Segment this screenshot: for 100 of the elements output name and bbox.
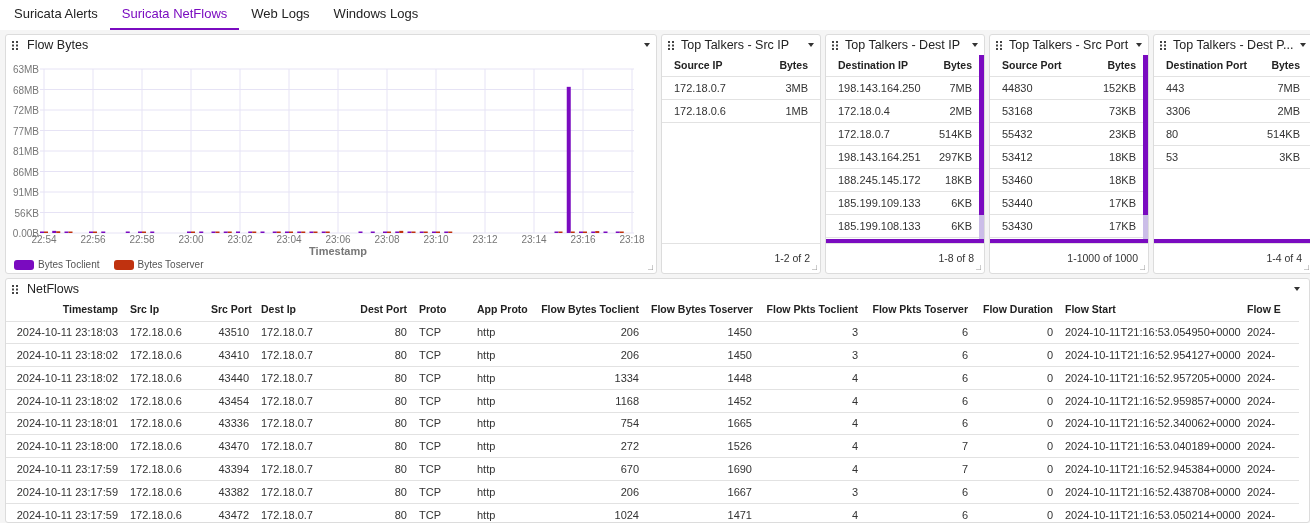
legend-swatch[interactable] xyxy=(14,259,34,270)
x-axis-label: 23:04 xyxy=(276,234,302,245)
drag-handle-icon[interactable] xyxy=(12,284,18,294)
table-cell: 2024-10-11 23:18:01 xyxy=(6,412,124,435)
table-cell: 7 xyxy=(864,435,974,458)
table-cell: 4 xyxy=(758,389,864,413)
table-cell: 172.18.0.6 xyxy=(124,503,205,522)
column-header[interactable]: Flow E xyxy=(1241,299,1299,321)
resize-handle-icon[interactable] xyxy=(648,265,653,270)
scrollbar[interactable] xyxy=(826,239,984,243)
x-axis-label: 23:00 xyxy=(178,234,204,245)
table-cell: 6 xyxy=(864,503,974,522)
column-header[interactable]: Flow Start xyxy=(1059,299,1241,321)
column-header[interactable]: Dest Ip xyxy=(255,299,335,321)
table-cell: TCP xyxy=(413,480,471,504)
table-cell: 0 xyxy=(974,366,1059,390)
scrollbar[interactable] xyxy=(1143,55,1148,240)
table-cell: 80 xyxy=(335,457,413,481)
table-cell: 2024-10-11T21:16:52.957205+0000 xyxy=(1059,366,1241,390)
x-axis-label: 23:02 xyxy=(227,234,253,245)
table-cell: 80 xyxy=(335,435,413,458)
caret-icon[interactable] xyxy=(1300,43,1307,47)
resize-handle-icon[interactable] xyxy=(1304,265,1309,270)
column-header[interactable]: Bytes xyxy=(1107,57,1136,74)
scrollbar[interactable] xyxy=(979,55,984,240)
table-cell: 6 xyxy=(864,366,974,390)
table-cell: 6 xyxy=(864,343,974,367)
column-header[interactable]: App Proto xyxy=(471,299,531,321)
column-header[interactable]: Flow Pkts Toclient xyxy=(758,299,864,321)
tab[interactable]: Web Logs xyxy=(239,0,322,30)
table-cell: 172.18.0.6 xyxy=(124,321,205,344)
caret-icon[interactable] xyxy=(644,43,650,47)
table-cell: TCP xyxy=(413,366,471,390)
column-header[interactable]: Flow Pkts Toserver xyxy=(864,299,974,321)
table-cell: 1690 xyxy=(645,457,758,481)
column-header[interactable]: Src Ip xyxy=(124,299,205,321)
table-cell-text: 53168 xyxy=(1002,103,1033,119)
table-cell-text: 7MB xyxy=(1277,80,1300,96)
resize-handle-icon[interactable] xyxy=(976,265,981,270)
panel-title: Top Talkers - Src IP xyxy=(681,36,791,54)
column-header[interactable]: Bytes xyxy=(943,57,972,74)
table-cell: 670 xyxy=(531,457,645,481)
table-cell: 272 xyxy=(531,435,645,458)
caret-icon[interactable] xyxy=(808,43,814,47)
scrollbar[interactable] xyxy=(1154,239,1310,243)
resize-handle-icon[interactable] xyxy=(812,265,817,270)
panel-title: NetFlows xyxy=(27,280,81,298)
table-cell: 2024-10-11 23:18:02 xyxy=(6,343,124,367)
table-cell-text: 23KB xyxy=(1109,126,1136,142)
table-cell: 43454 xyxy=(205,389,255,413)
table-cell-text: 55432 xyxy=(1002,126,1033,142)
caret-icon[interactable] xyxy=(972,43,978,47)
table-cell: 1665 xyxy=(645,412,758,435)
column-header[interactable]: Dest Port xyxy=(335,299,413,321)
x-axis-label: 23:14 xyxy=(521,234,547,245)
table-cell: 2024-10-11T21:16:53.054950+0000 xyxy=(1059,321,1241,344)
column-header[interactable]: Proto xyxy=(413,299,471,321)
legend-label[interactable]: Bytes Toserver xyxy=(137,257,204,272)
scrollbar[interactable] xyxy=(990,239,1148,243)
column-header[interactable]: Source Port xyxy=(1002,57,1062,74)
table-cell: 1452 xyxy=(645,389,758,413)
drag-handle-icon[interactable] xyxy=(1160,40,1166,50)
drag-handle-icon[interactable] xyxy=(12,40,18,50)
table-cell: 4 xyxy=(758,366,864,390)
column-header[interactable]: Flow Bytes Toserver xyxy=(645,299,758,321)
table-cell: 172.18.0.7 xyxy=(255,343,335,367)
table-cell: 2024- xyxy=(1241,412,1299,435)
panel-title: Top Talkers - Src Port xyxy=(1009,36,1129,54)
table-cell-text: 172.18.0.7 xyxy=(674,80,726,96)
legend-label[interactable]: Bytes Toclient xyxy=(38,257,100,272)
legend-swatch[interactable] xyxy=(113,259,134,270)
y-axis-label: 56KB xyxy=(14,207,39,219)
drag-handle-icon[interactable] xyxy=(668,40,674,50)
column-header[interactable]: Bytes xyxy=(1271,57,1300,74)
tab[interactable]: Windows Logs xyxy=(321,0,431,30)
column-header[interactable]: Timestamp xyxy=(6,299,124,321)
table-cell: 2024- xyxy=(1241,457,1299,481)
caret-icon[interactable] xyxy=(1136,43,1142,47)
tab[interactable]: Suricata Alerts xyxy=(2,0,110,30)
column-header[interactable]: Destination Port xyxy=(1166,57,1248,74)
table-cell-text: 188.245.145.172 xyxy=(838,172,921,188)
drag-handle-icon[interactable] xyxy=(832,40,838,50)
table-cell-text: 18KB xyxy=(945,172,972,188)
y-axis-label: 91MB xyxy=(12,187,39,198)
table-cell: 0 xyxy=(974,389,1059,413)
table-cell: 172.18.0.7 xyxy=(255,412,335,435)
column-header[interactable]: Src Port xyxy=(205,299,255,321)
drag-handle-icon[interactable] xyxy=(996,40,1002,50)
column-header[interactable]: Flow Duration xyxy=(974,299,1059,321)
tab[interactable]: Suricata NetFlows xyxy=(109,0,240,30)
resize-handle-icon[interactable] xyxy=(1140,265,1145,270)
table-cell-text: 1MB xyxy=(785,103,808,119)
column-header[interactable]: Flow Bytes Toclient xyxy=(531,299,645,321)
column-header[interactable]: Bytes xyxy=(779,57,808,74)
x-axis-label: 22:58 xyxy=(129,234,155,245)
table-cell-text: 44830 xyxy=(1002,80,1033,96)
column-header[interactable]: Destination IP xyxy=(838,57,908,74)
caret-icon[interactable] xyxy=(1294,287,1300,291)
column-header[interactable]: Source IP xyxy=(674,57,723,74)
table-cell: 1334 xyxy=(531,366,645,390)
